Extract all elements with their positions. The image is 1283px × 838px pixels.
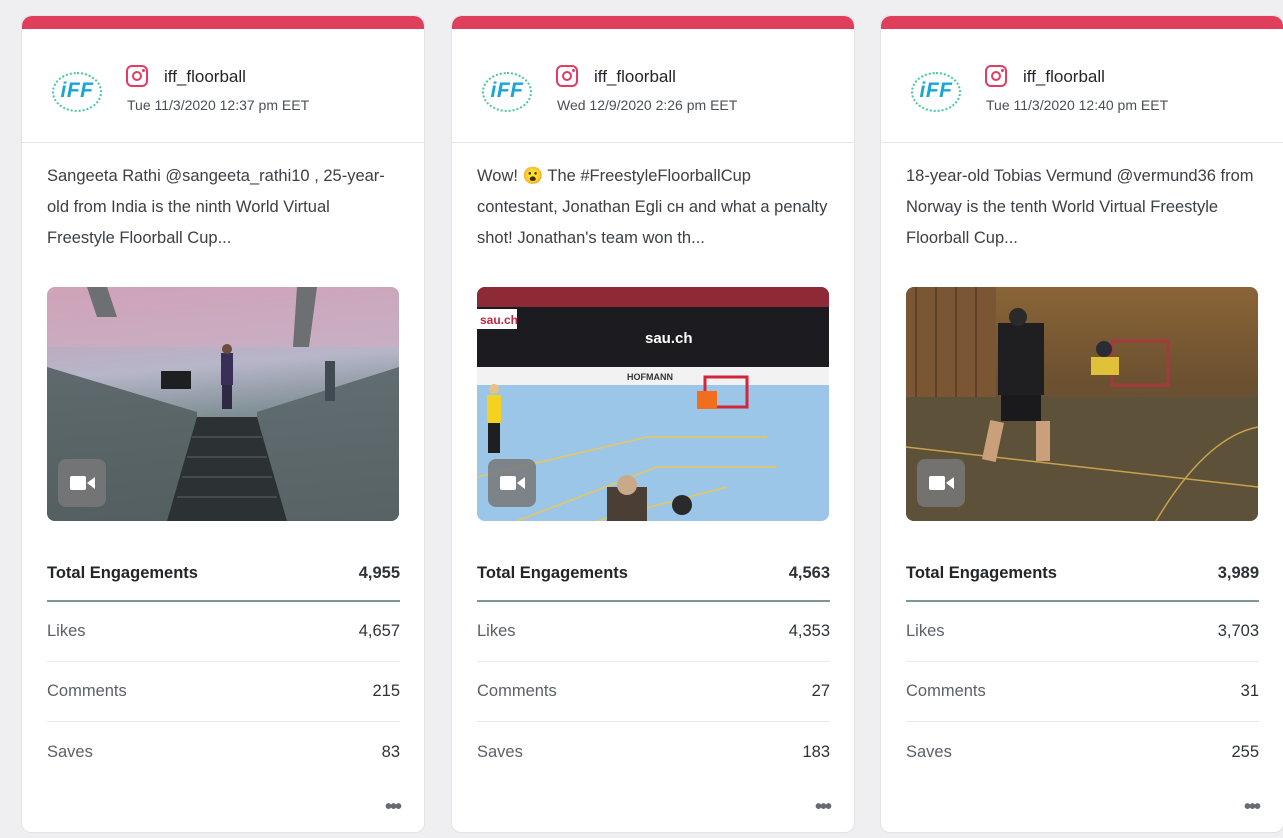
- instagram-icon: [126, 65, 148, 87]
- saves-value: 255: [1231, 742, 1259, 761]
- card-accent-bar: [22, 16, 424, 29]
- account-handle[interactable]: iff_floorball: [164, 67, 246, 87]
- post-card[interactable]: iFF iff_floorball Tue 11/3/2020 12:40 pm…: [880, 15, 1283, 833]
- card-header: iFF iff_floorball Tue 11/3/2020 12:40 pm…: [881, 29, 1283, 143]
- saves-row: Saves 255: [906, 722, 1259, 782]
- card-accent-bar: [881, 16, 1283, 29]
- total-engagements-row: Total Engagements 3,989: [906, 546, 1259, 602]
- post-text: Wow! 😮 The #FreestyleFloorballCup contes…: [477, 167, 828, 247]
- post-media[interactable]: [47, 287, 399, 521]
- comments-value: 31: [1240, 682, 1259, 700]
- video-camera-icon: [917, 459, 965, 507]
- likes-row: Likes 4,657: [47, 602, 400, 662]
- card-accent-bar: [452, 16, 854, 29]
- rink-sign-center: sau.ch: [645, 330, 693, 347]
- rink-sign-left: sau.ch: [480, 313, 518, 327]
- comments-value: 27: [811, 682, 830, 700]
- profile-avatar[interactable]: iFF: [907, 70, 965, 114]
- profile-avatar[interactable]: iFF: [48, 70, 106, 114]
- more-options-icon[interactable]: •••: [906, 796, 1261, 819]
- total-engagements-value: 4,955: [358, 563, 400, 582]
- saves-row: Saves 183: [477, 722, 830, 782]
- saves-row: Saves 83: [47, 722, 400, 782]
- more-options-icon[interactable]: •••: [477, 796, 832, 819]
- comments-row: Comments 215: [47, 662, 400, 722]
- iff-logo: iFF: [60, 79, 94, 102]
- post-date: Wed 12/9/2020 2:26 pm EET: [557, 97, 738, 113]
- engagement-stats: Total Engagements 4,955 Likes 4,657 Comm…: [47, 546, 400, 782]
- instagram-icon: [556, 65, 578, 87]
- likes-value: 4,353: [788, 622, 830, 640]
- comments-row: Comments 27: [477, 662, 830, 722]
- post-board: iFF iff_floorball Tue 11/3/2020 12:37 pm…: [0, 0, 1283, 838]
- iff-logo: iFF: [919, 79, 953, 102]
- comments-label: Comments: [906, 682, 986, 700]
- saves-label: Saves: [906, 742, 952, 761]
- video-camera-icon: [58, 459, 106, 507]
- likes-row: Likes 4,353: [477, 602, 830, 662]
- comments-value: 215: [372, 682, 400, 700]
- post-media[interactable]: sau.ch sau.ch HOFMANN: [477, 287, 829, 521]
- likes-label: Likes: [477, 622, 516, 640]
- total-engagements-value: 4,563: [788, 563, 830, 582]
- iff-logo: iFF: [490, 79, 524, 102]
- total-engagements-label: Total Engagements: [906, 563, 1057, 582]
- likes-value: 4,657: [358, 622, 400, 640]
- saves-value: 183: [802, 742, 830, 761]
- likes-label: Likes: [47, 622, 86, 640]
- saves-value: 83: [381, 742, 400, 761]
- post-card[interactable]: iFF iff_floorball Tue 11/3/2020 12:37 pm…: [21, 15, 425, 833]
- instagram-icon: [985, 65, 1007, 87]
- post-media[interactable]: [906, 287, 1258, 521]
- profile-avatar[interactable]: iFF: [478, 70, 536, 114]
- post-text: Sangeeta Rathi @sangeeta_rathi10 , 25-ye…: [47, 167, 385, 247]
- total-engagements-value: 3,989: [1217, 563, 1259, 582]
- post-card[interactable]: iFF iff_floorball Wed 12/9/2020 2:26 pm …: [451, 15, 855, 833]
- likes-label: Likes: [906, 622, 945, 640]
- engagement-stats: Total Engagements 3,989 Likes 3,703 Comm…: [906, 546, 1259, 782]
- account-handle[interactable]: iff_floorball: [1023, 67, 1105, 87]
- rink-banner: HOFMANN: [627, 372, 673, 382]
- comments-label: Comments: [477, 682, 557, 700]
- post-text: 18-year-old Tobias Vermund @vermund36 fr…: [906, 167, 1254, 247]
- total-engagements-label: Total Engagements: [47, 563, 198, 582]
- saves-label: Saves: [47, 742, 93, 761]
- account-handle[interactable]: iff_floorball: [594, 67, 676, 87]
- video-camera-icon: [488, 459, 536, 507]
- comments-label: Comments: [47, 682, 127, 700]
- post-date: Tue 11/3/2020 12:37 pm EET: [127, 97, 310, 113]
- engagement-stats: Total Engagements 4,563 Likes 4,353 Comm…: [477, 546, 830, 782]
- total-engagements-label: Total Engagements: [477, 563, 628, 582]
- saves-label: Saves: [477, 742, 523, 761]
- post-date: Tue 11/3/2020 12:40 pm EET: [986, 97, 1169, 113]
- total-engagements-row: Total Engagements 4,955: [47, 546, 400, 602]
- card-header: iFF iff_floorball Tue 11/3/2020 12:37 pm…: [22, 29, 424, 143]
- likes-row: Likes 3,703: [906, 602, 1259, 662]
- comments-row: Comments 31: [906, 662, 1259, 722]
- card-header: iFF iff_floorball Wed 12/9/2020 2:26 pm …: [452, 29, 854, 143]
- likes-value: 3,703: [1217, 622, 1259, 640]
- more-options-icon[interactable]: •••: [47, 796, 402, 819]
- total-engagements-row: Total Engagements 4,563: [477, 546, 830, 602]
